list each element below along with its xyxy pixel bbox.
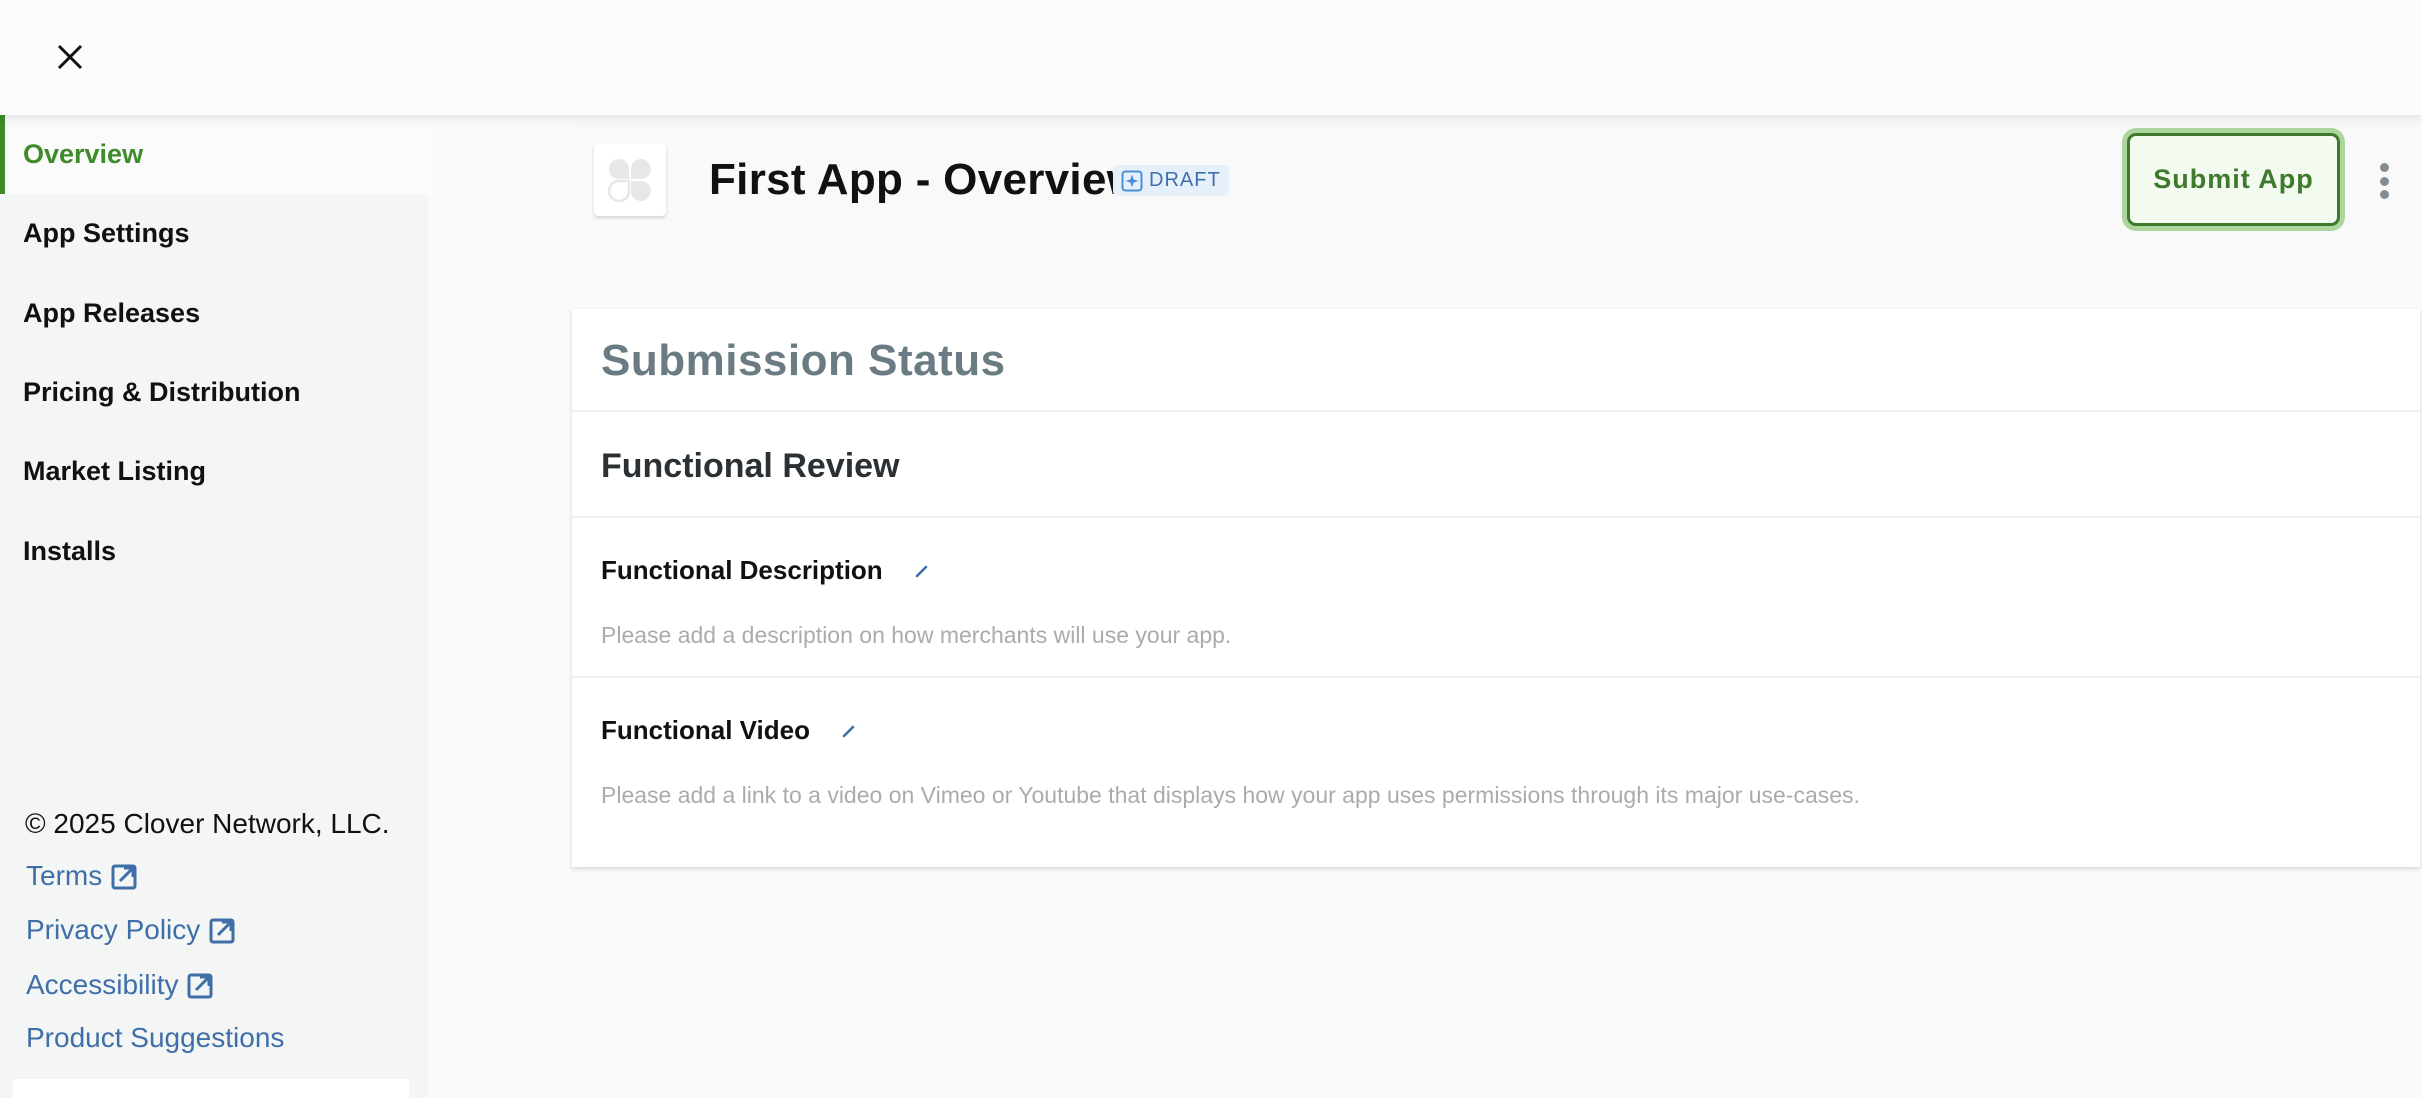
- external-link-icon: [111, 864, 137, 890]
- divider: [572, 516, 2420, 518]
- sidebar-item-label: Installs: [23, 536, 117, 566]
- terms-link-label: Terms: [26, 860, 103, 891]
- terms-link[interactable]: Terms: [26, 860, 140, 892]
- sidebar-item-app-settings[interactable]: App Settings: [0, 194, 428, 273]
- field-label-text: Functional Description: [601, 555, 883, 585]
- sidebar-item-label: App Releases: [23, 298, 201, 328]
- divider: [572, 410, 2420, 412]
- sidebar-item-label: App Settings: [23, 218, 190, 248]
- edit-functional-video-button[interactable]: [840, 722, 858, 740]
- kebab-dot: [2379, 163, 2389, 172]
- sidebar-item-installs[interactable]: Installs: [0, 512, 428, 591]
- submit-app-button[interactable]: Submit App: [2127, 133, 2340, 226]
- accessibility-link-label: Accessibility: [26, 969, 179, 1000]
- divider: [572, 676, 2420, 678]
- privacy-policy-link-label: Privacy Policy: [26, 914, 201, 945]
- card-title: Submission Status: [601, 336, 1006, 385]
- functional-video-placeholder: Please add a link to a video on Vimeo or…: [601, 782, 1860, 808]
- page-title: First App - Overview: [709, 155, 1142, 204]
- sidebar-item-label: Market Listing: [23, 456, 207, 486]
- functional-video-label: Functional Video: [601, 715, 858, 746]
- footer-bottom-strip: [13, 1079, 409, 1098]
- functional-description-placeholder: Please add a description on how merchant…: [601, 622, 1232, 648]
- product-suggestions-link[interactable]: Product Suggestions: [26, 1022, 284, 1054]
- app-icon-tile: [594, 144, 666, 216]
- kebab-dot: [2379, 176, 2389, 186]
- status-badge: DRAFT: [1113, 165, 1229, 196]
- status-badge-label: DRAFT: [1149, 169, 1221, 191]
- clover-logo-icon: [608, 159, 651, 202]
- sidebar-item-app-releases[interactable]: App Releases: [0, 274, 428, 353]
- copyright-text: © 2025 Clover Network, LLC.: [25, 808, 390, 839]
- sidebar-item-label: Overview: [23, 139, 144, 169]
- sidebar-item-overview[interactable]: Overview: [0, 115, 428, 194]
- sidebar-item-label: Pricing & Distribution: [23, 377, 301, 407]
- section-title: Functional Review: [601, 447, 900, 485]
- sidebar-item-market-listing[interactable]: Market Listing: [0, 432, 428, 511]
- sidebar-footer: © 2025 Clover Network, LLC. Terms Privac…: [13, 780, 409, 1098]
- accessibility-link[interactable]: Accessibility: [26, 969, 216, 1001]
- app-root: Overview App Settings App Releases Prici…: [0, 0, 2422, 1098]
- sidebar-item-pricing-distribution[interactable]: Pricing & Distribution: [0, 353, 428, 432]
- submission-status-card: Submission Status Functional Review Func…: [572, 309, 2420, 867]
- external-link-icon: [187, 973, 213, 999]
- pencil-icon: [915, 565, 927, 577]
- more-options-button[interactable]: [2372, 161, 2396, 201]
- field-label-text: Functional Video: [601, 715, 810, 745]
- pencil-icon: [842, 725, 855, 737]
- sidebar: Overview App Settings App Releases Prici…: [0, 115, 428, 1098]
- external-link-icon: [209, 918, 235, 944]
- close-icon: [57, 44, 83, 70]
- kebab-dot: [2379, 190, 2389, 199]
- close-button[interactable]: [50, 37, 90, 77]
- privacy-policy-link[interactable]: Privacy Policy: [26, 914, 238, 946]
- sparkle-icon: [1121, 170, 1143, 191]
- product-suggestions-link-label: Product Suggestions: [26, 1022, 285, 1053]
- edit-functional-description-button[interactable]: [913, 562, 931, 580]
- functional-description-label: Functional Description: [601, 555, 931, 586]
- page-header: First App - Overview DRAFT Submit App: [572, 115, 2422, 285]
- top-bar: [0, 0, 2422, 115]
